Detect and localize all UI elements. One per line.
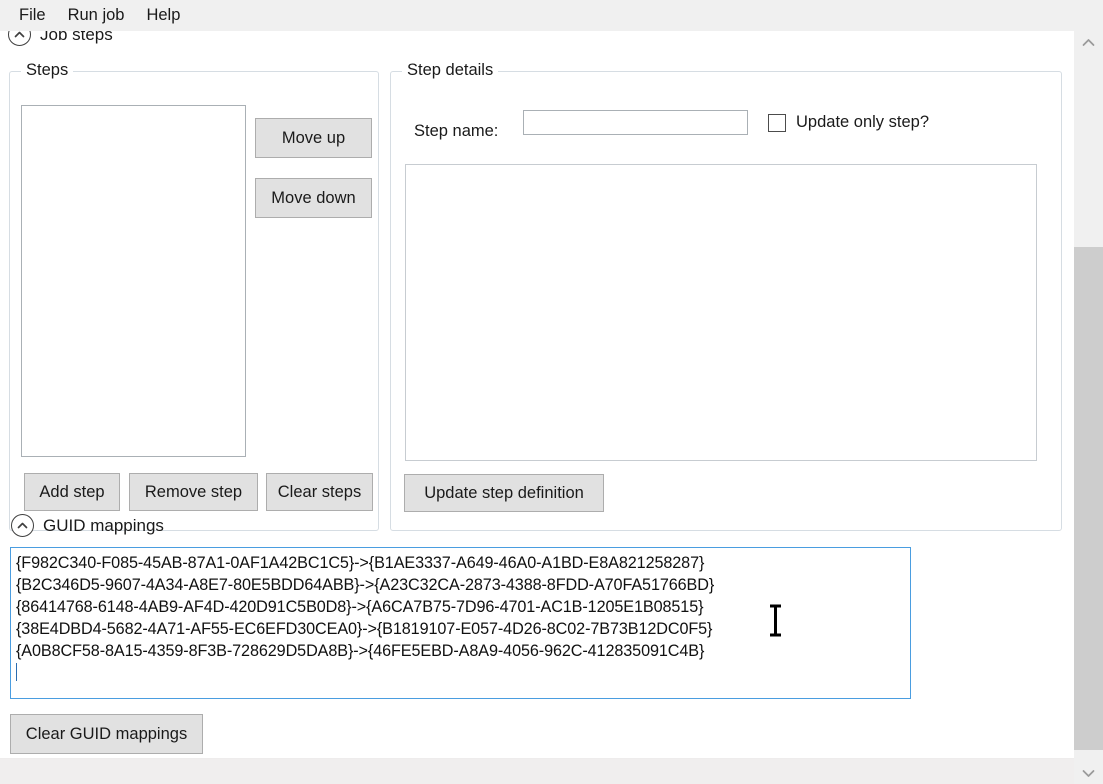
chevron-down-icon bbox=[1082, 769, 1095, 777]
section-header-job-steps[interactable]: Job steps bbox=[8, 31, 113, 46]
chevron-up-circle-icon bbox=[11, 514, 34, 537]
application-window: File Run job Help Job steps Steps Move u… bbox=[0, 0, 1103, 784]
update-only-step-label: Update only step? bbox=[796, 113, 930, 131]
remove-step-button[interactable]: Remove step bbox=[129, 473, 258, 511]
vertical-scrollbar[interactable] bbox=[1074, 31, 1103, 784]
status-strip bbox=[0, 758, 1074, 784]
guid-mapping-line: {86414768-6148-4AB9-AF4D-420D91C5B0D8}->… bbox=[16, 598, 704, 616]
menu-bar: File Run job Help bbox=[0, 0, 1103, 31]
text-caret bbox=[16, 663, 17, 681]
section-header-guid-mappings[interactable]: GUID mappings bbox=[11, 514, 164, 537]
clear-steps-button[interactable]: Clear steps bbox=[266, 473, 373, 511]
guid-mappings-caret-line bbox=[16, 662, 905, 684]
step-details-groupbox: Step details Step name: Update only step… bbox=[390, 61, 1062, 531]
chevron-up-icon bbox=[1082, 38, 1095, 46]
section-title-guid-mappings: GUID mappings bbox=[43, 515, 164, 535]
add-step-button[interactable]: Add step bbox=[24, 473, 120, 511]
menu-item-help[interactable]: Help bbox=[135, 4, 191, 27]
menu-item-run-job[interactable]: Run job bbox=[57, 4, 136, 27]
move-up-button[interactable]: Move up bbox=[255, 118, 372, 158]
update-only-step-checkbox[interactable]: Update only step? bbox=[768, 113, 929, 132]
guid-mapping-line: {F982C340-F085-45AB-87A1-0AF1A42BC1C5}->… bbox=[16, 554, 705, 572]
menu-item-file[interactable]: File bbox=[8, 4, 57, 27]
section-title-job-steps: Job steps bbox=[40, 31, 113, 44]
scroll-down-button[interactable] bbox=[1074, 762, 1103, 784]
steps-groupbox: Steps Move up Move down Add step Remove … bbox=[9, 61, 379, 531]
guid-mapping-line: {A0B8CF58-8A15-4359-8F3B-728629D5DA8B}->… bbox=[16, 642, 705, 660]
update-step-definition-button[interactable]: Update step definition bbox=[404, 474, 604, 512]
guid-mapping-line: {B2C346D5-9607-4A34-A8E7-80E5BDD64ABB}->… bbox=[16, 576, 715, 594]
scrollbar-thumb[interactable] bbox=[1074, 247, 1103, 750]
steps-groupbox-legend: Steps bbox=[21, 61, 74, 80]
step-name-input[interactable] bbox=[523, 110, 748, 135]
step-definition-textarea[interactable] bbox=[405, 164, 1037, 461]
guid-mappings-textarea[interactable]: {F982C340-F085-45AB-87A1-0AF1A42BC1C5}->… bbox=[10, 547, 911, 699]
steps-listbox[interactable] bbox=[21, 105, 246, 457]
clear-guid-mappings-button[interactable]: Clear GUID mappings bbox=[10, 714, 203, 754]
checkbox-box-icon bbox=[768, 113, 786, 132]
scroll-up-button[interactable] bbox=[1074, 31, 1103, 53]
step-name-label: Step name: bbox=[414, 122, 499, 140]
step-details-groupbox-legend: Step details bbox=[402, 61, 499, 80]
guid-mapping-line: {38E4DBD4-5682-4A71-AF55-EC6EFD30CEA0}->… bbox=[16, 620, 713, 638]
scrollable-content-panel: Job steps Steps Move up Move down Add st… bbox=[0, 31, 1074, 784]
move-down-button[interactable]: Move down bbox=[255, 178, 372, 218]
chevron-up-circle-icon bbox=[8, 31, 31, 46]
